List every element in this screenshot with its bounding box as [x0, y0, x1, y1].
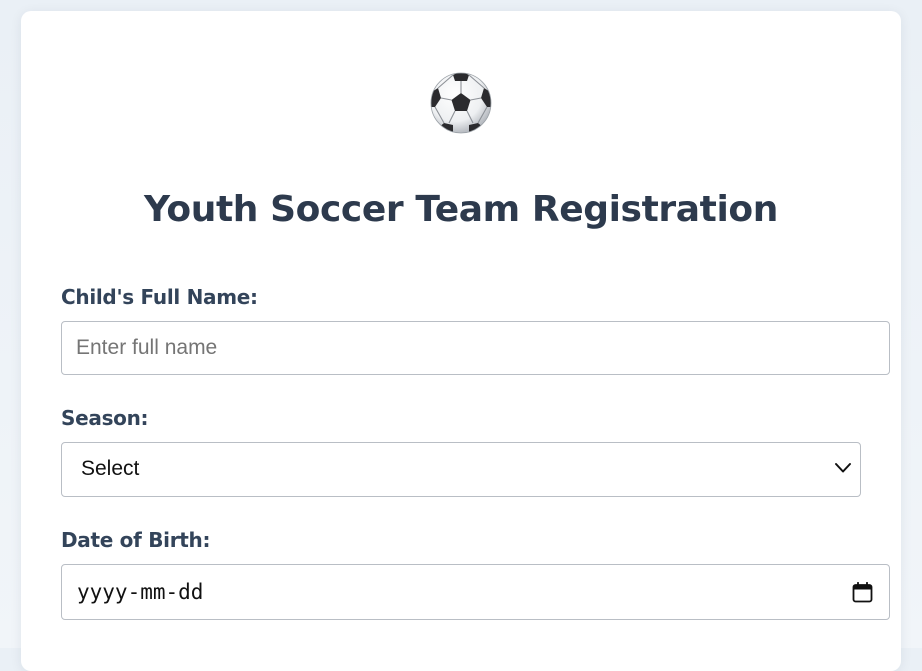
- season-select[interactable]: Select: [61, 442, 861, 497]
- calendar-icon[interactable]: [852, 582, 873, 603]
- chevron-down-icon: [835, 463, 851, 473]
- full-name-label: Child's Full Name:: [61, 285, 258, 309]
- season-label: Season:: [61, 406, 149, 430]
- date-of-birth-input[interactable]: yyyy-mm-dd: [61, 564, 890, 620]
- season-select-value: Select: [81, 457, 140, 480]
- page-title: Youth Soccer Team Registration: [144, 189, 778, 230]
- registration-card: Youth Soccer Team Registration Child's F…: [21, 11, 901, 671]
- full-name-input[interactable]: [61, 321, 890, 375]
- soccer-ball-icon: [430, 72, 492, 134]
- date-placeholder: yyyy-mm-dd: [77, 580, 204, 604]
- date-of-birth-label: Date of Birth:: [61, 528, 211, 552]
